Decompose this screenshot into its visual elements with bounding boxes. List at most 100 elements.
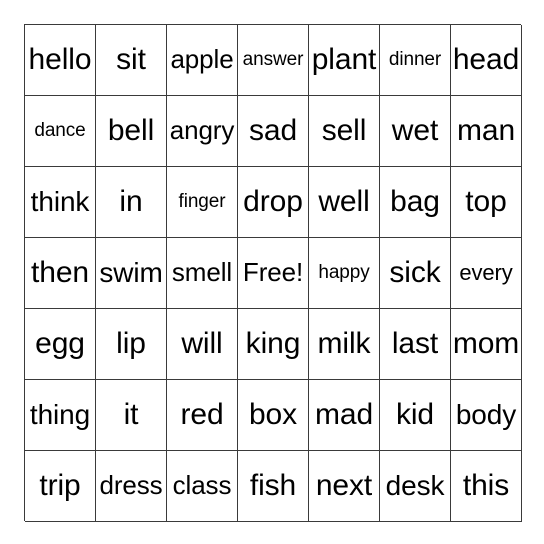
bingo-cell-label: mom — [452, 327, 520, 361]
bingo-cell-label: egg — [35, 327, 85, 361]
bingo-cell[interactable]: king — [238, 309, 309, 380]
bingo-cell[interactable]: top — [451, 167, 522, 238]
bingo-cell-label: apple — [170, 44, 234, 75]
bingo-cell[interactable]: angry — [167, 96, 238, 167]
bingo-cell[interactable]: sell — [309, 96, 380, 167]
bingo-cell-label: plant — [311, 43, 377, 77]
bingo-free-space-cell[interactable]: Free! — [238, 238, 309, 309]
bingo-cell-label: well — [318, 185, 370, 219]
bingo-cell[interactable]: happy — [309, 238, 380, 309]
bingo-cell-label: class — [172, 470, 232, 501]
bingo-cell-label: trip — [39, 469, 81, 503]
bingo-cell[interactable]: milk — [309, 309, 380, 380]
bingo-cell-label: sell — [321, 114, 367, 148]
bingo-cell[interactable]: will — [167, 309, 238, 380]
bingo-cell-label: hello — [28, 43, 92, 77]
bingo-cell[interactable]: plant — [309, 25, 380, 96]
bingo-cell-label: sick — [389, 256, 441, 290]
bingo-cell-label: thing — [29, 399, 91, 431]
bingo-cell-label: swim — [99, 257, 163, 289]
bingo-cell-label: bell — [107, 114, 155, 148]
bingo-cell-label: last — [391, 327, 439, 361]
bingo-cell[interactable]: trip — [25, 451, 96, 522]
bingo-cell[interactable]: head — [451, 25, 522, 96]
bingo-cell[interactable]: dress — [96, 451, 167, 522]
bingo-cell-label: body — [455, 399, 517, 431]
bingo-cell[interactable]: dinner — [380, 25, 451, 96]
bingo-cell[interactable]: in — [96, 167, 167, 238]
bingo-cell[interactable]: dance — [25, 96, 96, 167]
bingo-cell-label: sad — [248, 114, 298, 148]
bingo-cell[interactable]: this — [451, 451, 522, 522]
bingo-cell[interactable]: kid — [380, 380, 451, 451]
bingo-cell-label: smell — [171, 257, 233, 288]
bingo-cell[interactable]: sit — [96, 25, 167, 96]
bingo-cell-label: man — [456, 114, 516, 148]
bingo-cell[interactable]: answer — [238, 25, 309, 96]
bingo-cell-label: dinner — [388, 49, 442, 71]
bingo-cell[interactable]: finger — [167, 167, 238, 238]
bingo-cell-label: it — [123, 398, 139, 432]
bingo-cell-label: happy — [318, 262, 370, 284]
bingo-cell-label: wet — [391, 114, 439, 148]
bingo-cell-label: mad — [314, 398, 374, 432]
bingo-cell[interactable]: class — [167, 451, 238, 522]
bingo-cell-label: then — [31, 256, 89, 290]
bingo-cell-label: desk — [385, 470, 445, 502]
bingo-cell[interactable]: swim — [96, 238, 167, 309]
bingo-cell[interactable]: bell — [96, 96, 167, 167]
bingo-cell[interactable]: mad — [309, 380, 380, 451]
bingo-cell-label: milk — [317, 327, 371, 361]
bingo-cell[interactable]: man — [451, 96, 522, 167]
bingo-cell-label: sit — [116, 43, 146, 77]
bingo-cell[interactable]: well — [309, 167, 380, 238]
bingo-cell-label: answer — [242, 49, 304, 71]
bingo-cell[interactable]: lip — [96, 309, 167, 380]
bingo-cell-label: dance — [34, 120, 86, 142]
bingo-cell[interactable]: box — [238, 380, 309, 451]
bingo-cell-label: Free! — [242, 257, 304, 288]
bingo-cell-label: every — [459, 260, 513, 286]
bingo-cell[interactable]: hello — [25, 25, 96, 96]
bingo-cell-label: dress — [99, 470, 163, 501]
bingo-cell-label: head — [452, 43, 520, 77]
bingo-cell[interactable]: drop — [238, 167, 309, 238]
bingo-cell-label: lip — [116, 327, 146, 361]
bingo-cell-label: this — [462, 469, 510, 503]
bingo-cell[interactable]: egg — [25, 309, 96, 380]
bingo-cell-label: bag — [390, 185, 440, 219]
bingo-cell[interactable]: sick — [380, 238, 451, 309]
bingo-cell-label: finger — [178, 191, 226, 213]
bingo-cell-label: think — [30, 186, 90, 218]
bingo-cell[interactable]: smell — [167, 238, 238, 309]
bingo-cell[interactable]: every — [451, 238, 522, 309]
bingo-cell[interactable]: it — [96, 380, 167, 451]
bingo-cell-label: angry — [169, 115, 235, 146]
bingo-cell[interactable]: next — [309, 451, 380, 522]
bingo-cell[interactable]: apple — [167, 25, 238, 96]
bingo-grid: hello sit apple answer plant dinner head dance b… — [24, 24, 522, 522]
bingo-cell[interactable]: mom — [451, 309, 522, 380]
bingo-cell-label: next — [315, 469, 373, 503]
bingo-cell-label: in — [119, 185, 143, 219]
bingo-card-root: hello sit apple answer plant dinner head dance b… — [0, 0, 544, 544]
bingo-cell[interactable]: last — [380, 309, 451, 380]
bingo-cell-label: kid — [395, 398, 435, 432]
bingo-cell[interactable]: desk — [380, 451, 451, 522]
bingo-cell[interactable]: fish — [238, 451, 309, 522]
bingo-cell[interactable]: bag — [380, 167, 451, 238]
bingo-cell[interactable]: body — [451, 380, 522, 451]
bingo-cell-label: top — [465, 185, 507, 219]
bingo-cell[interactable]: think — [25, 167, 96, 238]
bingo-cell[interactable]: red — [167, 380, 238, 451]
bingo-cell-label: red — [180, 398, 224, 432]
bingo-cell-label: king — [245, 327, 301, 361]
bingo-cell[interactable]: sad — [238, 96, 309, 167]
bingo-cell-label: fish — [249, 469, 297, 503]
bingo-cell-label: drop — [243, 185, 303, 219]
bingo-cell[interactable]: then — [25, 238, 96, 309]
bingo-cell-label: box — [248, 398, 298, 432]
bingo-cell-label: will — [181, 327, 223, 361]
bingo-cell[interactable]: wet — [380, 96, 451, 167]
bingo-cell[interactable]: thing — [25, 380, 96, 451]
